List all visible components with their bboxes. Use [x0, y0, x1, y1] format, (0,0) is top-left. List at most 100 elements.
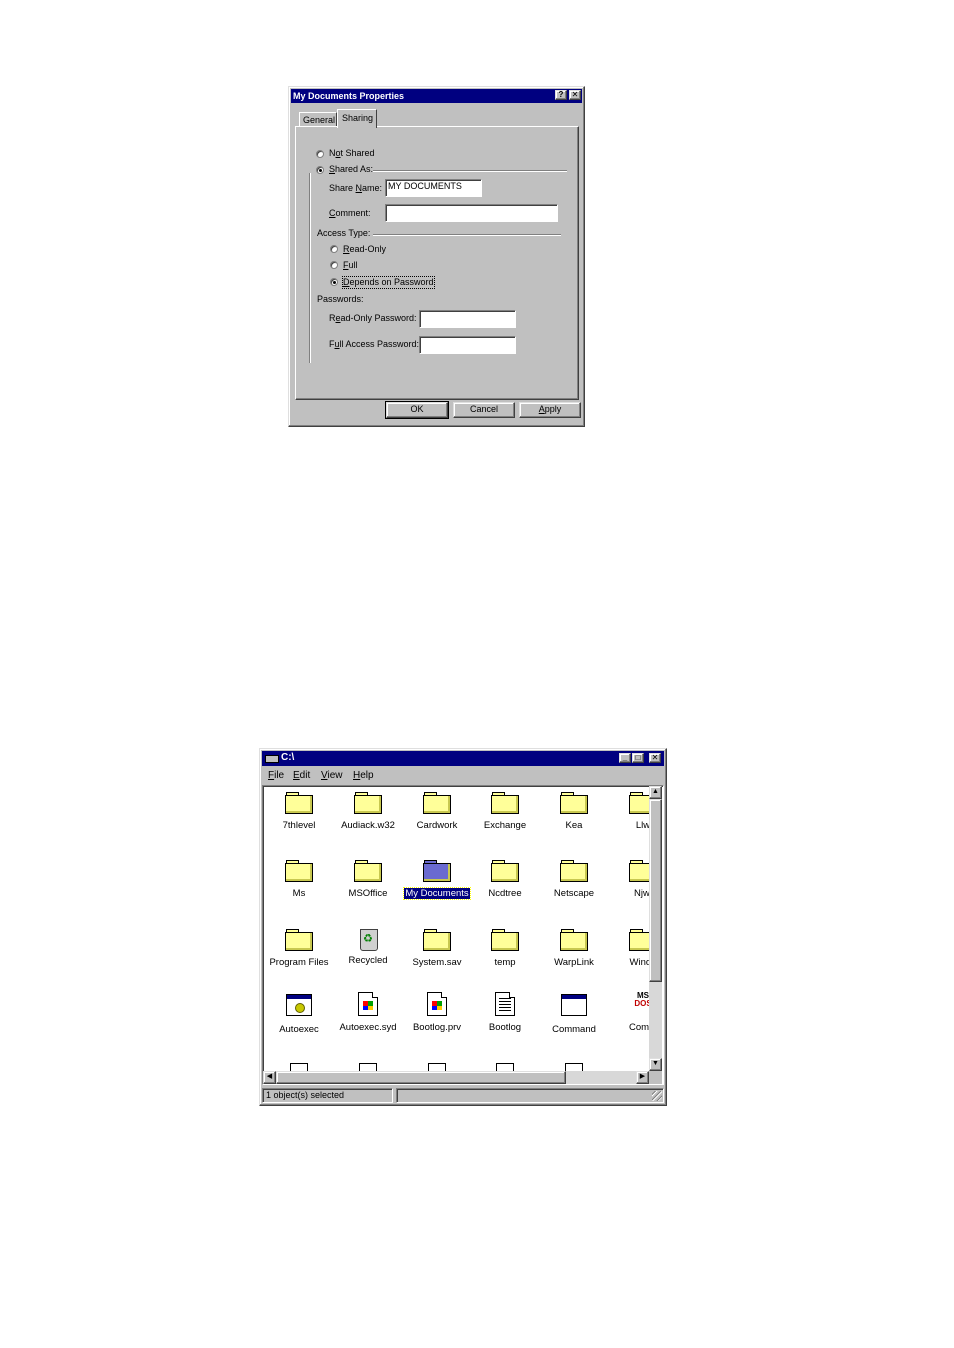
apply-button[interactable]: Apply [519, 402, 581, 418]
full-access-password-input[interactable] [419, 336, 516, 354]
file-item-label: Command [552, 1024, 596, 1035]
explorer-title-bar[interactable]: C:\ _ □ ✕ [262, 751, 664, 766]
file-item[interactable]: 7thlevel [264, 792, 334, 831]
comment-input[interactable] [385, 204, 558, 222]
ok-button[interactable]: OK [385, 401, 449, 419]
file-item[interactable]: Audiack.w32 [333, 792, 403, 831]
file-item-label: My Documents [403, 887, 471, 900]
resize-grip-icon[interactable] [652, 1091, 662, 1101]
explorer-title: C:\ [281, 752, 295, 763]
share-name-input[interactable]: MY DOCUMENTS [385, 179, 482, 197]
tab-sharing[interactable]: Sharing [337, 109, 377, 128]
file-item-label: System.sav [412, 957, 462, 968]
status-text: 1 object(s) selected [266, 1090, 345, 1100]
menu-help[interactable]: Help [353, 770, 374, 781]
file-item[interactable]: Autoexec.syd [333, 992, 403, 1033]
file-item-label: Audiack.w32 [341, 820, 395, 831]
partial-file-icon [359, 1063, 377, 1071]
help-button[interactable]: ? [555, 90, 567, 100]
file-item[interactable]: Exchange [470, 792, 540, 831]
file-item[interactable]: Autoexec [264, 994, 334, 1035]
menu-bar: File Edit View Help [264, 769, 664, 783]
file-item-label: Ncdtree [488, 888, 522, 899]
windows-file-icon [358, 992, 378, 1016]
tab-general[interactable]: General [299, 112, 337, 126]
file-item[interactable]: Bootlog [470, 992, 540, 1033]
menu-file[interactable]: File [268, 770, 284, 781]
status-panel-right [396, 1088, 664, 1103]
file-item[interactable]: Ncdtree [470, 860, 540, 899]
dialog-title-bar[interactable]: My Documents Properties ? ✕ [291, 89, 582, 103]
file-item[interactable]: Kea [539, 792, 609, 831]
file-item[interactable]: Cardwork [402, 792, 472, 831]
file-item-label: 7thlevel [282, 820, 316, 831]
partial-file-icon [496, 1063, 514, 1071]
scroll-right-button[interactable]: ▶ [636, 1071, 649, 1084]
file-item[interactable]: Ms [264, 860, 334, 899]
horizontal-scrollbar[interactable]: ◀ ▶ [263, 1071, 649, 1084]
file-item-label: Autoexec [279, 1024, 319, 1035]
drive-icon [265, 755, 279, 763]
vertical-scroll-thumb[interactable] [649, 799, 662, 982]
minimize-icon: _ [622, 753, 628, 762]
file-item[interactable]: WarpLink [539, 929, 609, 968]
access-type-line [373, 234, 561, 236]
file-item[interactable]: temp [470, 929, 540, 968]
cancel-button[interactable]: Cancel [453, 402, 515, 418]
full-radio[interactable] [330, 261, 338, 269]
file-item-label: Program Files [269, 957, 329, 968]
full-access-password-label: Full Access Password: [329, 339, 420, 349]
shared-as-group-line [373, 170, 567, 172]
file-item-label: Exchange [483, 820, 527, 831]
read-only-password-input[interactable] [419, 310, 516, 328]
file-item[interactable]: System.sav [402, 929, 472, 968]
scroll-down-button[interactable]: ▼ [649, 1058, 662, 1071]
file-item[interactable]: Bootlog.prv [402, 992, 472, 1033]
ms-dos-program-icon [561, 994, 587, 1016]
file-item-selected[interactable]: My Documents [402, 860, 472, 900]
minimize-button[interactable]: _ [619, 753, 631, 763]
windows-file-icon [427, 992, 447, 1016]
read-only-password-label: Read-Only Password: [329, 313, 417, 323]
explorer-close-button[interactable]: ✕ [649, 753, 661, 763]
file-item-label: Cardwork [416, 820, 458, 831]
depends-on-password-radio[interactable] [330, 278, 338, 286]
properties-dialog: My Documents Properties ? ✕ General Shar… [288, 86, 585, 427]
folder-icon [285, 860, 313, 882]
depends-on-password-label: Depends on Password [342, 276, 435, 289]
dialog-title: My Documents Properties [293, 91, 405, 101]
file-item-label: temp [494, 957, 516, 968]
maximize-button[interactable]: □ [632, 753, 644, 763]
file-item-label: Bootlog.prv [412, 1022, 462, 1033]
tab-general-label: General [303, 115, 336, 125]
share-name-label: Share Name: [329, 183, 383, 193]
file-item-label: Kea [565, 820, 583, 831]
file-item[interactable]: ♻ Recycled [333, 925, 403, 966]
not-shared-label: Not Shared [329, 148, 375, 158]
text-file-icon [495, 992, 515, 1016]
menu-view[interactable]: View [321, 770, 343, 781]
explorer-window: C:\ _ □ ✕ File Edit View Help 7thlevel A… [259, 748, 667, 1106]
scroll-left-button[interactable]: ◀ [263, 1071, 276, 1084]
dialog-close-button[interactable]: ✕ [569, 90, 581, 100]
file-item[interactable]: Command [539, 994, 609, 1035]
file-item-label: Bootlog [488, 1022, 522, 1033]
menu-edit[interactable]: Edit [293, 770, 310, 781]
file-item[interactable]: Program Files [264, 929, 334, 968]
shared-as-radio[interactable] [316, 166, 324, 174]
close-icon: ✕ [651, 753, 659, 762]
scroll-up-button[interactable]: ▲ [649, 786, 662, 799]
read-only-label: Read-Only [343, 244, 387, 254]
file-item[interactable]: Netscape [539, 860, 609, 899]
file-item-label: WarpLink [554, 957, 594, 968]
file-item[interactable]: MSOffice [333, 860, 403, 899]
horizontal-scroll-thumb[interactable] [276, 1071, 566, 1084]
file-view[interactable]: 7thlevel Audiack.w32 Cardwork Exchange K… [262, 785, 664, 1085]
not-shared-radio[interactable] [316, 150, 324, 158]
partial-file-icon [290, 1063, 308, 1071]
file-item-label: Ms [292, 888, 306, 899]
maximize-icon: □ [635, 753, 641, 762]
vertical-scrollbar[interactable]: ▲ ▼ [649, 786, 662, 1071]
folder-icon [354, 860, 382, 882]
read-only-radio[interactable] [330, 245, 338, 253]
